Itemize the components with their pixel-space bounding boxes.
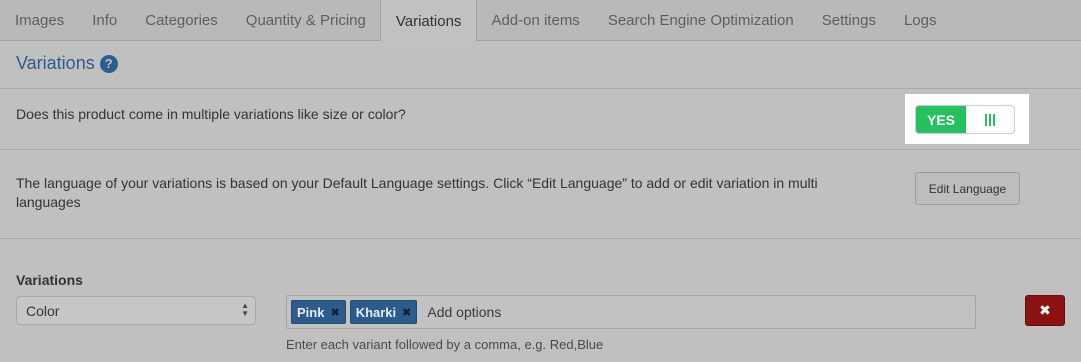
variation-hint: Enter each variant followed by a comma, … — [286, 337, 604, 352]
edit-language-button[interactable]: Edit Language — [915, 172, 1020, 205]
help-icon[interactable]: ? — [99, 54, 118, 73]
tab-quantity-pricing[interactable]: Quantity & Pricing — [232, 0, 380, 41]
tab-bar: Images Info Categories Quantity & Pricin… — [0, 0, 1081, 42]
toggle-yes-label: YES — [916, 106, 966, 133]
tab-seo[interactable]: Search Engine Optimization — [594, 0, 808, 41]
section-title-text: Variations — [16, 53, 95, 73]
delete-variation-button[interactable]: ✖ — [1025, 295, 1065, 326]
toggle-handle[interactable] — [966, 106, 1014, 133]
divider — [0, 88, 1081, 89]
select-arrows-icon: ▲ ▼ — [241, 301, 249, 318]
option-tag-label: Pink — [297, 304, 325, 320]
tab-variations[interactable]: Variations — [379, 0, 478, 42]
option-tag: Pink ✖ — [291, 300, 346, 324]
tab-categories[interactable]: Categories — [131, 0, 232, 41]
tab-info[interactable]: Info — [78, 0, 131, 41]
tab-add-on-items[interactable]: Add-on items — [477, 0, 593, 41]
variation-type-value: Color — [26, 302, 60, 319]
option-tag: Kharki ✖ — [349, 300, 418, 324]
section-title: Variations ? — [16, 53, 118, 74]
tab-images[interactable]: Images — [0, 0, 78, 41]
add-options-placeholder[interactable]: Add options — [427, 304, 501, 320]
multi-variation-toggle[interactable]: YES — [915, 105, 1015, 134]
variations-label: Variations — [16, 272, 83, 288]
tab-logs[interactable]: Logs — [890, 0, 951, 41]
divider — [0, 149, 1081, 150]
divider — [0, 238, 1081, 239]
remove-tag-icon[interactable]: ✖ — [402, 306, 411, 319]
option-tag-label: Kharki — [355, 304, 397, 320]
remove-tag-icon[interactable]: ✖ — [330, 306, 339, 319]
grip-icon — [985, 113, 995, 126]
variations-panel: Variations ? Does this product come in m… — [0, 41, 1081, 362]
language-info-text: The language of your variations is based… — [16, 175, 818, 210]
variation-type-select[interactable]: Color ▲ ▼ — [16, 296, 256, 325]
multi-variation-question: Does this product come in multiple varia… — [16, 106, 406, 122]
tab-settings[interactable]: Settings — [808, 0, 890, 41]
variation-options-input[interactable]: Pink ✖ Kharki ✖ Add options — [286, 295, 976, 329]
